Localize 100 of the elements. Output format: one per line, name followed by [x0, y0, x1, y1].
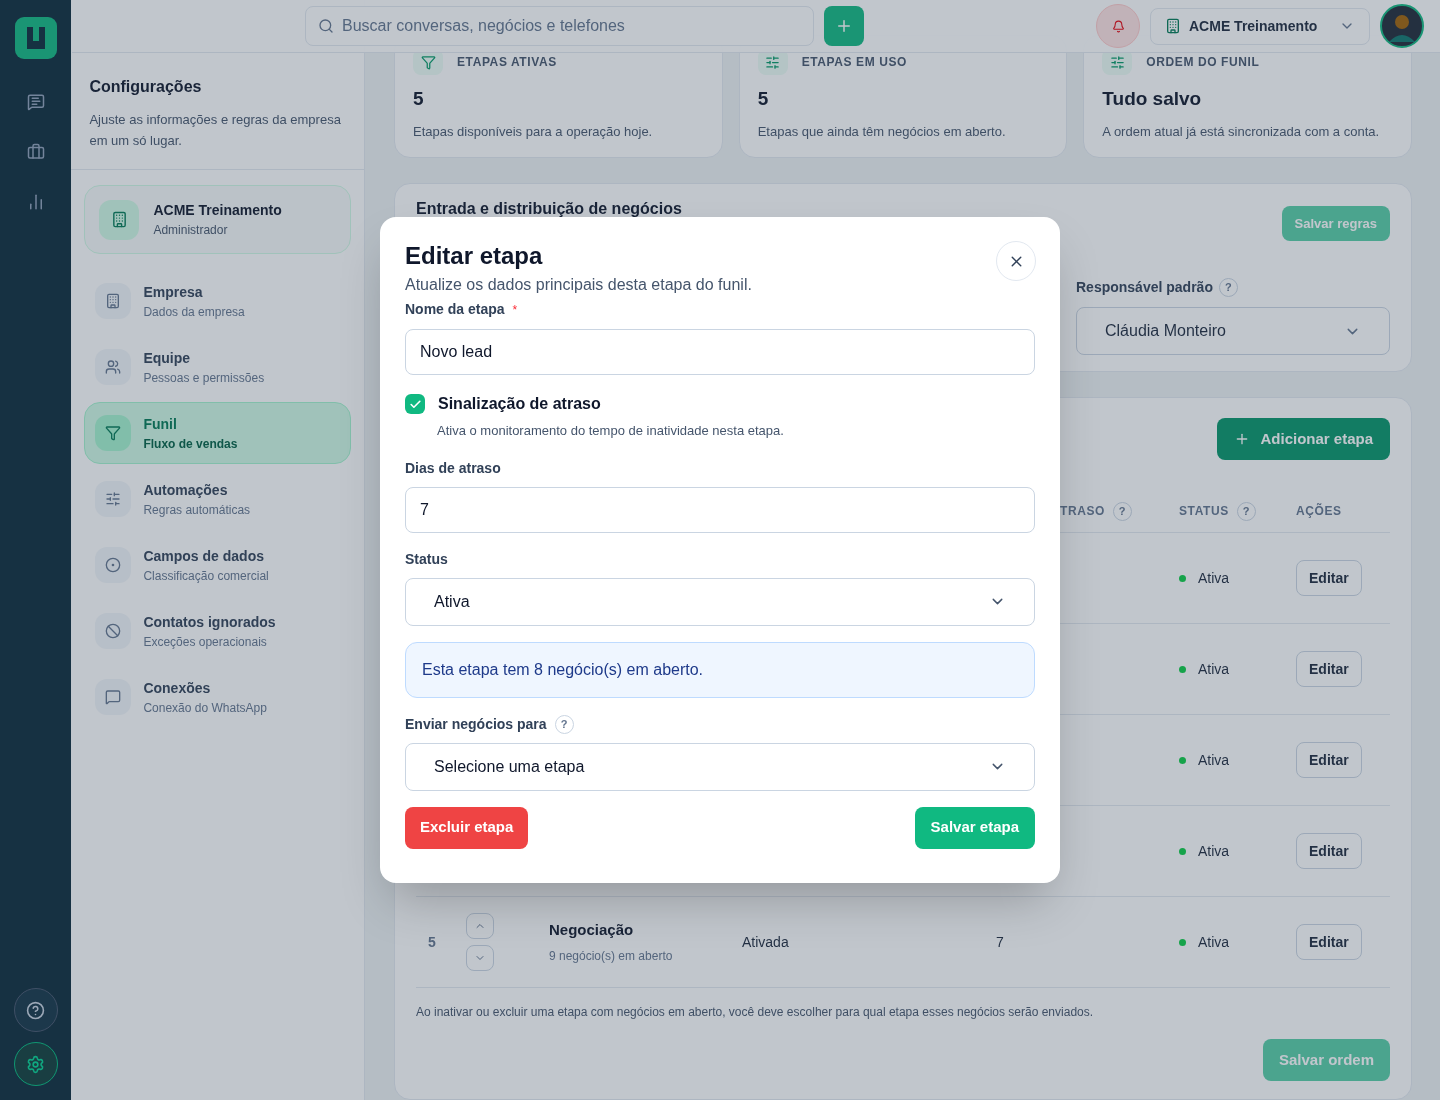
settings-nav-item[interactable]: Contatos ignorados Exceções operacionais: [84, 600, 351, 662]
nav-item-label: Equipe: [143, 348, 192, 368]
edit-button[interactable]: Editar: [1296, 833, 1362, 869]
building-icon: [1165, 18, 1181, 34]
column-header: TRASO: [1060, 503, 1105, 520]
field-label: Status: [405, 549, 448, 569]
stage-name: Negociação: [549, 919, 635, 940]
funnel-icon: [420, 54, 436, 70]
nav-item-label: Campos de dados: [143, 546, 265, 566]
panel-description: Ajuste as informações e regras da empresa em um só lugar.: [89, 111, 342, 150]
nav-item-sublabel: Dados da empresa: [143, 303, 245, 321]
card-title: Entrada e distribuição de negócios: [416, 199, 682, 219]
rail-button[interactable]: [25, 92, 46, 112]
logo-icon: [14, 17, 57, 59]
dialog-title: Editar etapa: [405, 241, 544, 271]
company-select[interactable]: ACME Treinamento: [1150, 7, 1370, 45]
rail-button[interactable]: [13, 988, 58, 1032]
search-field[interactable]: Buscar conversas, negócios e telefones: [342, 14, 801, 38]
stat-value: 5: [757, 87, 770, 111]
stages-note: Ao inativar ou excluir uma etapa com negócios em aberto, você deve escolher para qual etapa esses negócios serão enviados.: [416, 1004, 1095, 1021]
nav-item-label: Funil: [143, 414, 178, 434]
stat-description: Etapas que ainda têm negócios em aberto.: [757, 122, 1007, 141]
status-text: Ativa: [1198, 841, 1230, 861]
status-select[interactable]: Ativa: [405, 577, 1035, 626]
account-card[interactable]: ACME Treinamento Administrador: [84, 185, 351, 254]
nav-item-sublabel: Pessoas e permissões: [143, 369, 265, 387]
briefcase-icon: [26, 143, 45, 161]
stat-value: 5: [413, 87, 425, 111]
target-icon: [105, 557, 122, 573]
notification-button[interactable]: [1096, 4, 1140, 48]
help-icon: [26, 1000, 46, 1020]
nav-item-label: Empresa: [143, 282, 204, 302]
nav-item-sublabel: Conexão do WhatsApp: [143, 699, 267, 717]
funnel-icon: [105, 425, 122, 441]
column-header: AÇÕES: [1296, 502, 1342, 520]
stage-number: 5: [428, 933, 436, 950]
status-text: Ativa: [1198, 659, 1230, 679]
field-label: Dias de atraso: [405, 458, 501, 478]
search-bar[interactable]: Buscar conversas, negócios e telefones: [305, 6, 814, 46]
plus-icon: [835, 17, 853, 35]
account-name: ACME Treinamento: [153, 201, 282, 220]
sliders-icon: [1109, 54, 1125, 70]
stat-label: ETAPAS ATIVAS: [457, 54, 557, 71]
bell-icon: [1111, 19, 1125, 33]
nav-item-label: Conexões: [143, 678, 212, 698]
add-button[interactable]: [824, 6, 864, 46]
settings-nav-item[interactable]: Conexões Conexão do WhatsApp: [84, 666, 351, 728]
nav-item-sublabel: Classificação comercial: [143, 567, 269, 585]
building-icon: [105, 293, 122, 309]
delete-stage-button[interactable]: Excluir etapa: [405, 806, 529, 849]
edit-button[interactable]: Editar: [1296, 651, 1362, 687]
status-text: Ativa: [1198, 932, 1230, 952]
settings-icon: [26, 1054, 46, 1074]
check-icon: [408, 397, 422, 411]
stat-label: ETAPAS EM USO: [801, 54, 908, 71]
edit-button[interactable]: Editar: [1296, 560, 1362, 596]
status-text: Ativa: [1198, 750, 1230, 770]
sliders-icon: [765, 54, 781, 70]
settings-nav-item[interactable]: Campos de dados Classificação comercial: [84, 534, 351, 596]
avatar[interactable]: [1380, 4, 1424, 48]
info-banner: Esta etapa tem 8 negócio(s) em aberto.: [405, 641, 1035, 698]
delay-checkbox[interactable]: [405, 394, 425, 414]
table-cell: 7: [996, 933, 1004, 950]
required-mark: *: [512, 301, 518, 319]
nav-item-label: Automações: [143, 480, 229, 500]
status-text: Ativa: [1198, 568, 1230, 588]
nav-item-sublabel: Regras automáticas: [143, 501, 251, 519]
building-icon: [110, 211, 128, 228]
field-label: Responsável padrão: [1076, 278, 1213, 297]
checkbox-description: Ativa o monitoramento do tempo de inatividade nesta etapa.: [437, 422, 785, 440]
stat-label: ORDEM DO FUNIL: [1146, 54, 1260, 71]
field-label: Nome da etapa: [405, 300, 505, 319]
owner-select[interactable]: Cláudia Monteiro: [1076, 307, 1390, 355]
settings-nav-item[interactable]: Empresa Dados da empresa: [84, 270, 351, 332]
stat-value: Tudo salvo: [1102, 87, 1203, 111]
table-cell: Ativada: [742, 933, 789, 950]
stage-deals: 9 negócio(s) em aberto: [549, 948, 674, 966]
delay-days-field[interactable]: 7: [405, 486, 1035, 533]
settings-nav-item[interactable]: Equipe Pessoas e permissões: [84, 336, 351, 398]
stat-description: Etapas disponíveis para a operação hoje.: [413, 122, 654, 141]
sliders-icon: [105, 491, 122, 507]
dialog-subtitle: Atualize os dados principais desta etapa do funil.: [405, 275, 752, 295]
edit-button[interactable]: Editar: [1296, 742, 1362, 778]
chat-icon: [26, 93, 45, 111]
rail-button[interactable]: [25, 142, 46, 162]
account-role: Administrador: [153, 222, 229, 239]
nav-item-label: Contatos ignorados: [143, 612, 276, 632]
rail-button[interactable]: [13, 1042, 58, 1086]
nav-item-sublabel: Exceções operacionais: [143, 633, 268, 651]
panel-title: Configurações: [89, 77, 203, 97]
settings-nav-item[interactable]: Automações Regras automáticas: [84, 468, 351, 530]
message-icon: [105, 689, 122, 705]
search-icon: [318, 18, 334, 34]
stat-description: A ordem atual já está sincronizada com a conta.: [1102, 122, 1381, 141]
target-stage-select[interactable]: Selecione uma etapa: [405, 742, 1035, 791]
checkbox-label: Sinalização de atraso: [438, 394, 601, 414]
stage-name-field[interactable]: Novo lead: [405, 329, 1035, 375]
settings-nav-item[interactable]: Funil Fluxo de vendas: [84, 402, 351, 464]
ban-icon: [105, 623, 122, 639]
edit-button[interactable]: Editar: [1296, 924, 1362, 960]
